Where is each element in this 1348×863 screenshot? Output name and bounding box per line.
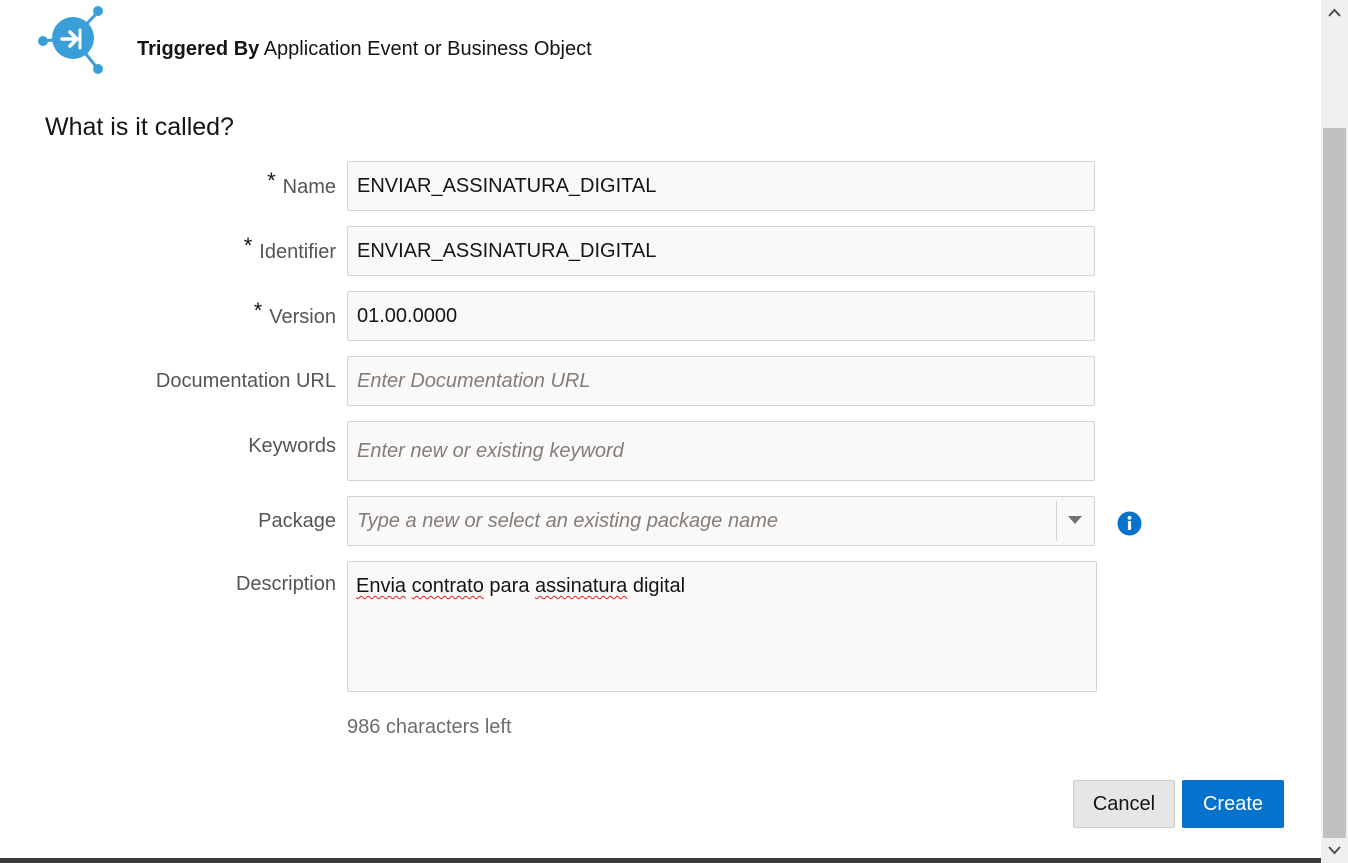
package-dropdown-separator [1056, 501, 1057, 541]
scrollbar-thumb[interactable] [1323, 128, 1346, 838]
scroll-up-arrow-icon[interactable] [1321, 0, 1348, 26]
description-label: Description [235, 573, 336, 595]
description-word: para [489, 575, 530, 597]
description-word: assinatura [535, 575, 628, 597]
name-input[interactable]: ENVIAR_ASSINATURA_DIGITAL [347, 161, 1095, 211]
window-bottom-border [0, 858, 1321, 863]
required-marker: * [253, 298, 263, 323]
version-input[interactable]: 01.00.0000 [347, 291, 1095, 341]
triggered-by-label: Triggered By [137, 38, 260, 60]
version-label-text: Version [269, 306, 336, 328]
package-combobox[interactable]: Type a new or select an existing package… [347, 496, 1095, 546]
description-word: Envia [356, 575, 407, 597]
documentation-url-label: Documentation URL [155, 370, 336, 392]
name-label-text: Name [282, 176, 336, 198]
triggered-by-text: Triggered By Application Event or Busine… [137, 38, 592, 61]
required-marker: * [267, 168, 276, 193]
description-word: digital [632, 575, 686, 597]
section-title: What is it called? [45, 113, 234, 141]
documentation-url-input[interactable]: Enter Documentation URL [347, 356, 1095, 406]
dialog-header: Triggered By Application Event or Busine… [0, 0, 1320, 100]
version-label: * Version [254, 298, 336, 329]
keywords-input[interactable]: Enter new or existing keyword [347, 421, 1095, 481]
description-word: contrato [411, 575, 484, 597]
required-marker: * [243, 233, 253, 258]
chevron-down-icon[interactable] [1068, 516, 1082, 524]
name-label: * Name [267, 168, 336, 199]
integration-app-event-icon [38, 6, 103, 74]
characters-left-counter: 986 characters left [347, 716, 512, 738]
identifier-label-text: Identifier [259, 241, 336, 263]
description-textarea[interactable]: Envia contrato para assinatura digital [347, 561, 1097, 692]
create-button[interactable]: Create [1182, 780, 1284, 828]
scroll-down-arrow-icon[interactable] [1321, 837, 1348, 863]
identifier-label: * Identifier [244, 233, 336, 264]
keywords-label: Keywords [248, 435, 336, 457]
package-label: Package [258, 510, 336, 532]
triggered-by-value: Application Event or Business Object [263, 38, 592, 60]
identifier-input[interactable]: ENVIAR_ASSINATURA_DIGITAL [347, 226, 1095, 276]
cancel-button[interactable]: Cancel [1073, 780, 1175, 828]
info-icon[interactable] [1117, 511, 1142, 536]
